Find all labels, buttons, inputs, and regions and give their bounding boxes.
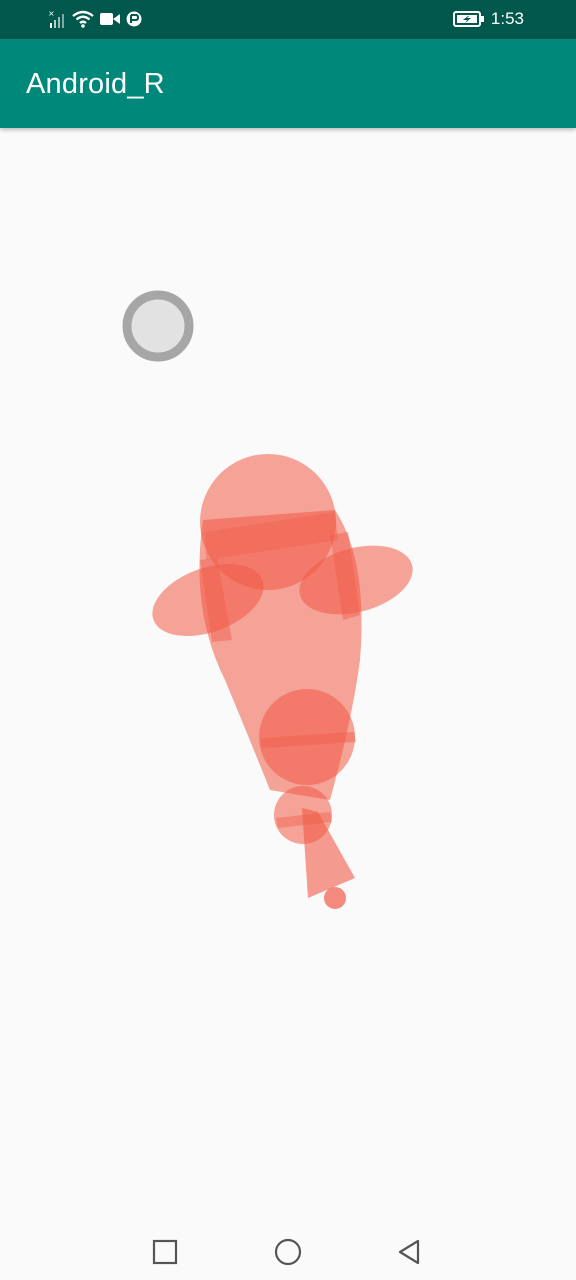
- signal-icon: ×: [48, 9, 64, 28]
- clock: 1:53: [490, 9, 524, 28]
- target-circle[interactable]: [122, 290, 194, 362]
- status-bar: × 1:53: [0, 0, 576, 39]
- navigation-bar: [0, 1210, 576, 1280]
- app-bar: Android_R: [0, 39, 576, 128]
- drawing-canvas[interactable]: [0, 128, 576, 1210]
- canvas-svg: [122, 290, 421, 909]
- tail-tip: [324, 887, 346, 909]
- wifi-icon: [72, 10, 94, 28]
- notification-icon: [126, 11, 142, 27]
- video-call-icon: [100, 13, 120, 25]
- koi-fish[interactable]: [143, 454, 421, 909]
- status-icons-left: ×: [44, 8, 142, 30]
- app-title: Android_R: [26, 68, 165, 100]
- svg-text:×: ×: [48, 9, 55, 18]
- home-circle-icon: [274, 1238, 302, 1266]
- status-icons-right: 1:53: [452, 8, 524, 30]
- battery-charging-icon: [452, 11, 484, 27]
- back-button[interactable]: [387, 1230, 431, 1274]
- home-button[interactable]: [266, 1230, 310, 1274]
- recents-button[interactable]: [143, 1230, 187, 1274]
- back-triangle-icon: [398, 1239, 420, 1265]
- recents-square-icon: [152, 1239, 178, 1265]
